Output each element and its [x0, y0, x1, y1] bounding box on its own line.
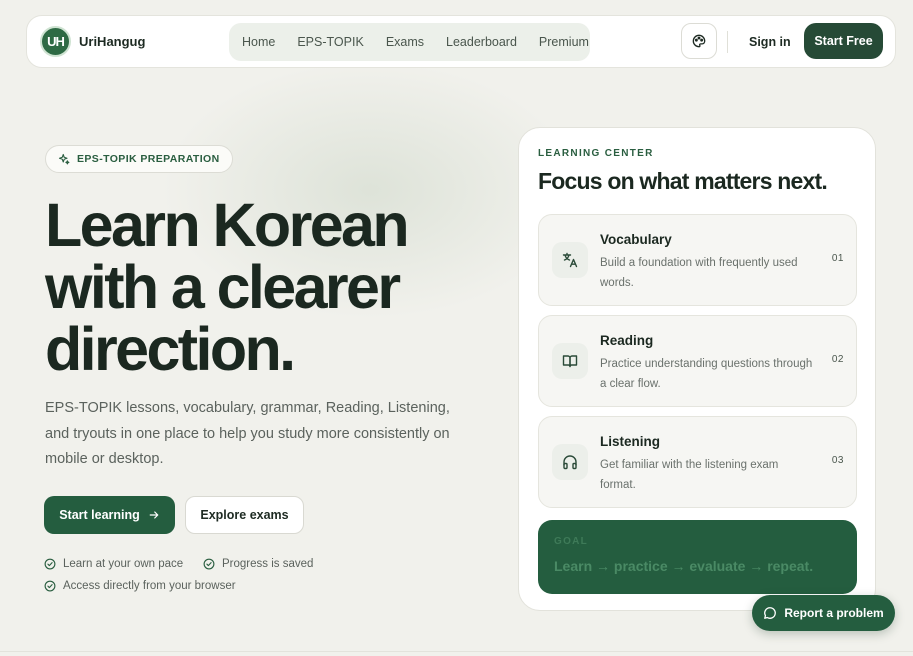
learning-item-title: Vocabulary [600, 232, 672, 247]
nav-links: Home EPS-TOPIK Exams Leaderboard Premium [229, 23, 590, 61]
learning-center-eyebrow: LEARNING CENTER [538, 148, 654, 159]
feature-item: Access directly from your browser [44, 580, 236, 592]
start-learning-button[interactable]: Start learning [44, 496, 175, 534]
hero-title-line: with a clearer [45, 253, 401, 321]
page-bottom-divider [0, 651, 913, 652]
hero-badge-text: EPS-TOPIK PREPARATION [77, 153, 220, 165]
check-circle-icon [203, 558, 215, 570]
palette-icon [692, 34, 706, 48]
sign-in-link[interactable]: Sign in [749, 35, 791, 49]
goal-text: Learn → practice → evaluate → repeat. [554, 558, 814, 574]
check-circle-icon [44, 558, 56, 570]
hero-title-line: Learn Korean [45, 191, 410, 259]
report-problem-label: Report a problem [784, 606, 884, 620]
headphones-icon [563, 455, 577, 470]
learning-item-number: 03 [831, 455, 844, 466]
learning-item-title: Reading [600, 333, 654, 348]
book-icon [562, 355, 578, 368]
hero-title-line: direction. [45, 315, 296, 383]
feature-text: Progress is saved [222, 558, 314, 570]
start-learning-label: Start learning [59, 508, 140, 522]
learning-item-listening[interactable]: Listening Get familiar with the listenin… [538, 416, 857, 508]
nav-link-eps-topik[interactable]: EPS-TOPIK [297, 35, 363, 49]
hero-title: Learn Korean with a clearer direction. [45, 194, 485, 380]
nav-link-exams[interactable]: Exams [386, 35, 424, 49]
nav-link-leaderboard[interactable]: Leaderboard [446, 35, 517, 49]
brand-name: UriHangug [79, 34, 146, 49]
learning-item-reading[interactable]: Reading Practice understanding questions… [538, 315, 857, 407]
logo[interactable]: UH UriHangug [40, 26, 145, 57]
learning-item-title: Listening [600, 434, 660, 449]
nav-divider [727, 31, 728, 53]
theme-toggle-button[interactable] [681, 23, 717, 59]
goal-label: GOAL [554, 536, 589, 547]
translate-icon [562, 252, 578, 268]
top-nav: UH UriHangug Home EPS-TOPIK Exams Leader… [26, 15, 896, 68]
learning-item-description: Build a foundation with frequently used … [600, 257, 798, 289]
learning-item-description: Practice understanding questions through… [600, 358, 813, 390]
learning-center-title: Focus on what matters next. [538, 168, 828, 194]
hero-description: EPS-TOPIK lessons, vocabulary, grammar, … [45, 400, 450, 467]
start-free-button[interactable]: Start Free [804, 23, 883, 59]
report-problem-button[interactable]: Report a problem [752, 595, 895, 631]
feature-text: Access directly from your browser [63, 580, 236, 592]
hero-badge: EPS-TOPIK PREPARATION [45, 145, 233, 173]
check-circle-icon [44, 580, 56, 592]
nav-link-premium[interactable]: Premium [539, 35, 589, 49]
learning-item-number: 01 [831, 253, 844, 264]
nav-link-home[interactable]: Home [242, 35, 275, 49]
arrow-right-icon [149, 511, 159, 519]
learning-item-vocabulary[interactable]: Vocabulary Build a foundation with frequ… [538, 214, 857, 306]
learning-center-card: LEARNING CENTER Focus on what matters ne… [518, 127, 876, 611]
explore-exams-button[interactable]: Explore exams [185, 496, 304, 534]
sparkle-icon [58, 153, 70, 165]
logo-mark: UH [40, 26, 71, 57]
goal-panel: GOAL Learn → practice → evaluate → repea… [538, 520, 857, 594]
feature-item: Progress is saved [203, 558, 313, 570]
feature-text: Learn at your own pace [63, 558, 184, 570]
learning-item-number: 02 [831, 354, 844, 365]
chat-bubble-icon [764, 607, 777, 619]
learning-item-description: Get familiar with the listening exam for… [600, 459, 779, 491]
feature-item: Learn at your own pace [44, 558, 183, 570]
